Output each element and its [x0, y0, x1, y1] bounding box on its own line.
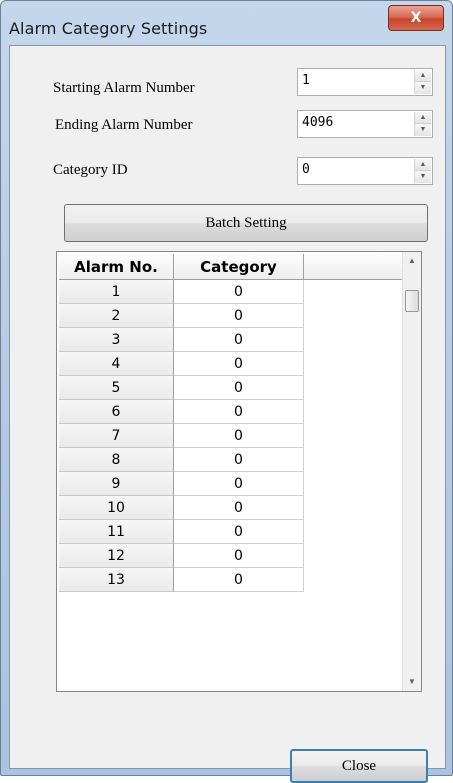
- category-cell[interactable]: 0: [174, 400, 304, 424]
- scroll-up-icon[interactable]: ▲: [403, 252, 421, 270]
- row-header-alarm-no[interactable]: 10: [59, 496, 174, 520]
- column-header-alarm-no[interactable]: Alarm No.: [59, 254, 174, 280]
- category-cell[interactable]: 0: [174, 568, 304, 592]
- batch-setting-button[interactable]: Batch Setting: [64, 204, 428, 242]
- title-bar[interactable]: Alarm Category Settings X: [1, 1, 452, 41]
- spin-up-icon[interactable]: ▲: [415, 112, 431, 124]
- row-header-alarm-no[interactable]: 7: [59, 424, 174, 448]
- category-id-value[interactable]: 0: [302, 162, 310, 177]
- category-cell[interactable]: 0: [174, 472, 304, 496]
- spin-buttons: ▲ ▼: [414, 70, 431, 94]
- spin-buttons: ▲ ▼: [414, 159, 431, 183]
- vertical-scrollbar[interactable]: ▲ ▼: [402, 252, 421, 691]
- row-header-alarm-no[interactable]: 9: [59, 472, 174, 496]
- spin-down-icon[interactable]: ▼: [415, 82, 431, 94]
- category-cell[interactable]: 0: [174, 496, 304, 520]
- row-header-alarm-no[interactable]: 11: [59, 520, 174, 544]
- row-header-alarm-no[interactable]: 3: [59, 328, 174, 352]
- category-cell[interactable]: 0: [174, 448, 304, 472]
- scrollbar-thumb[interactable]: [405, 290, 419, 312]
- scroll-down-icon[interactable]: ▼: [403, 673, 421, 691]
- row-header-alarm-no[interactable]: 4: [59, 352, 174, 376]
- category-cell[interactable]: 0: [174, 376, 304, 400]
- close-button[interactable]: Close: [290, 749, 428, 783]
- ending-alarm-number-value[interactable]: 4096: [302, 115, 333, 130]
- ending-alarm-number-spinbox[interactable]: 4096 ▲ ▼: [297, 110, 433, 138]
- column-header-filler: [304, 254, 403, 280]
- alarm-category-grid: Alarm No. Category 1 0 2 0 3 0 4 0 5 0 6 0 7 0 8 0 9 0 10 0…: [56, 251, 422, 692]
- row-header-alarm-no[interactable]: 1: [59, 280, 174, 304]
- category-cell[interactable]: 0: [174, 520, 304, 544]
- dialog-body: Starting Alarm Number 1 ▲ ▼ Ending Alarm…: [9, 45, 446, 783]
- row-header-alarm-no[interactable]: 5: [59, 376, 174, 400]
- category-cell[interactable]: 0: [174, 280, 304, 304]
- alarm-category-settings-window: Alarm Category Settings X Starting Alarm…: [0, 0, 453, 783]
- row-header-alarm-no[interactable]: 6: [59, 400, 174, 424]
- ending-alarm-number-label: Ending Alarm Number: [55, 117, 193, 133]
- row-header-alarm-no[interactable]: 2: [59, 304, 174, 328]
- spin-down-icon[interactable]: ▼: [415, 171, 431, 183]
- spin-up-icon[interactable]: ▲: [415, 159, 431, 171]
- row-header-alarm-no[interactable]: 12: [59, 544, 174, 568]
- close-window-button[interactable]: X: [388, 5, 444, 31]
- row-header-alarm-no[interactable]: 13: [59, 568, 174, 592]
- category-id-spinbox[interactable]: 0 ▲ ▼: [297, 157, 433, 185]
- category-cell[interactable]: 0: [174, 352, 304, 376]
- spin-down-icon[interactable]: ▼: [415, 124, 431, 136]
- category-cell[interactable]: 0: [174, 424, 304, 448]
- window-title: Alarm Category Settings: [9, 19, 208, 38]
- starting-alarm-number-value[interactable]: 1: [302, 73, 310, 88]
- spin-up-icon[interactable]: ▲: [415, 70, 431, 82]
- starting-alarm-number-spinbox[interactable]: 1 ▲ ▼: [297, 68, 433, 96]
- category-cell[interactable]: 0: [174, 544, 304, 568]
- category-cell[interactable]: 0: [174, 328, 304, 352]
- row-header-alarm-no[interactable]: 8: [59, 448, 174, 472]
- column-header-category[interactable]: Category: [174, 254, 304, 280]
- category-id-label: Category ID: [53, 162, 128, 178]
- spin-buttons: ▲ ▼: [414, 112, 431, 136]
- category-cell[interactable]: 0: [174, 304, 304, 328]
- starting-alarm-number-label: Starting Alarm Number: [53, 80, 195, 96]
